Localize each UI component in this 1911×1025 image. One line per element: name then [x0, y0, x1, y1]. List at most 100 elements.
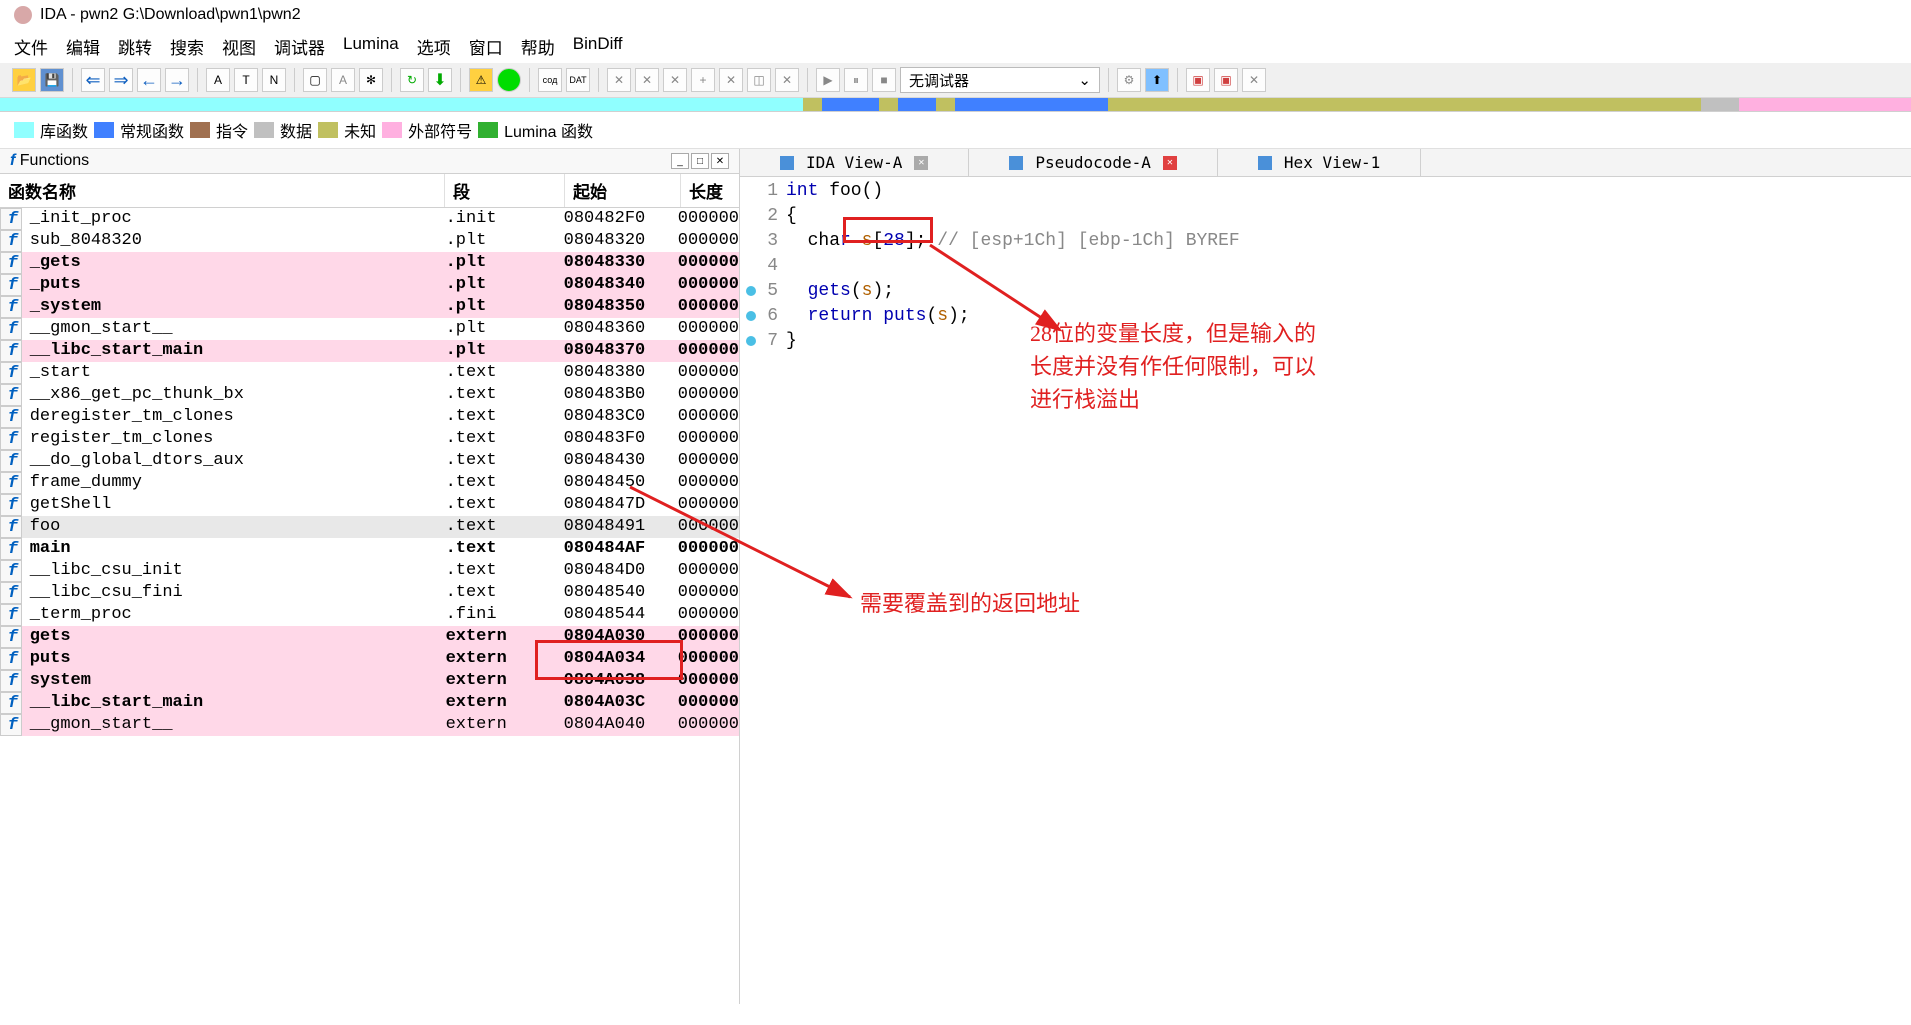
function-row[interactable]: f__gmon_start__extern0804A040000000 — [0, 714, 739, 736]
pseudocode-view[interactable]: 1int foo() 2{ 3 char s[28]; // [esp+1Ch]… — [740, 177, 1911, 1004]
menu-jump[interactable]: 跳转 — [118, 34, 152, 59]
function-row[interactable]: f__libc_start_main.plt08048370000000 — [0, 340, 739, 362]
tb-a2[interactable]: A — [331, 68, 355, 92]
function-row[interactable]: fsub_8048320.plt08048320000000 — [0, 230, 739, 252]
tb-x2[interactable]: ✕ — [635, 68, 659, 92]
function-row[interactable]: f_system.plt08048350000000 — [0, 296, 739, 318]
col-seg[interactable]: 段 — [445, 174, 565, 207]
menu-options[interactable]: 选项 — [417, 34, 451, 59]
function-row[interactable]: ffoo.text08048491000000 — [0, 516, 739, 538]
menu-edit[interactable]: 编辑 — [66, 34, 100, 59]
col-start[interactable]: 起始 — [565, 174, 681, 207]
legend-extern-box — [382, 122, 402, 138]
function-row[interactable]: fframe_dummy.text08048450000000 — [0, 472, 739, 494]
open-button[interactable]: 📂 — [12, 68, 36, 92]
legend-instr-box — [190, 122, 210, 138]
play-button[interactable]: ▶ — [816, 68, 840, 92]
function-icon: f — [0, 538, 22, 560]
function-icon: f — [0, 384, 22, 406]
function-row[interactable]: f__x86_get_pc_thunk_bx.text080483B000000… — [0, 384, 739, 406]
function-row[interactable]: f_gets.plt08048330000000 — [0, 252, 739, 274]
tab-ida-view[interactable]: IDA View-A✕ — [740, 149, 969, 176]
panel-close-button[interactable]: ✕ — [711, 153, 729, 169]
tb-dat[interactable]: DAT — [566, 68, 590, 92]
tb-x3[interactable]: ✕ — [663, 68, 687, 92]
tb-d2[interactable]: ▣ — [1214, 68, 1238, 92]
function-row[interactable]: f_term_proc.fini08048544000000 — [0, 604, 739, 626]
save-button[interactable]: 💾 — [40, 68, 64, 92]
tb-go[interactable] — [497, 68, 521, 92]
panel-max-button[interactable]: □ — [691, 153, 709, 169]
function-icon: f — [0, 274, 22, 296]
function-row[interactable]: fderegister_tm_clones.text080483C0000000 — [0, 406, 739, 428]
tb-c1[interactable]: ⚙ — [1117, 68, 1141, 92]
tb-t[interactable]: T — [234, 68, 258, 92]
function-row[interactable]: fmain.text080484AF000000 — [0, 538, 739, 560]
col-name[interactable]: 函数名称 — [0, 174, 445, 207]
back2-button[interactable]: ← — [137, 68, 161, 92]
close-icon[interactable]: ✕ — [914, 156, 928, 170]
menu-debugger[interactable]: 调试器 — [274, 34, 325, 59]
tb-star[interactable]: ✻ — [359, 68, 383, 92]
tb-d3[interactable]: ✕ — [1242, 68, 1266, 92]
functions-list[interactable]: f_init_proc.init080482F0000000fsub_80483… — [0, 208, 739, 1004]
menu-file[interactable]: 文件 — [14, 34, 48, 59]
stop-button[interactable]: ■ — [872, 68, 896, 92]
function-icon: f — [0, 362, 22, 384]
tb-x5[interactable]: ◫ — [747, 68, 771, 92]
function-row[interactable]: fregister_tm_clones.text080483F0000000 — [0, 428, 739, 450]
tb-x6[interactable]: ✕ — [775, 68, 799, 92]
toolbar: 📂 💾 ⇐ ⇒ ← → A T N ▢ A ✻ ↻ ⬇ ⚠ сод DAT ✕ … — [0, 63, 1911, 98]
function-row[interactable]: fgetShell.text0804847D000000 — [0, 494, 739, 516]
pause-button[interactable]: ⏸ — [844, 68, 868, 92]
menu-bindiff[interactable]: BinDiff — [573, 34, 623, 59]
navigation-band[interactable] — [0, 98, 1911, 112]
breakpoint-icon[interactable] — [746, 336, 756, 346]
fwd2-button[interactable]: → — [165, 68, 189, 92]
tb-x1[interactable]: ✕ — [607, 68, 631, 92]
tb-x4[interactable]: ✕ — [719, 68, 743, 92]
function-row[interactable]: f_start.text08048380000000 — [0, 362, 739, 384]
breakpoint-icon[interactable] — [746, 311, 756, 321]
tb-down[interactable]: ⬇ — [428, 68, 452, 92]
menu-search[interactable]: 搜索 — [170, 34, 204, 59]
function-row[interactable]: f__gmon_start__.plt08048360000000 — [0, 318, 739, 340]
col-len[interactable]: 长度 — [681, 174, 739, 207]
function-icon: f — [0, 230, 22, 252]
tab-hex-view[interactable]: Hex View-1 — [1218, 149, 1421, 176]
panel-title: Functions — [20, 152, 89, 169]
menu-window[interactable]: 窗口 — [469, 34, 503, 59]
fwd-button[interactable]: ⇒ — [109, 68, 133, 92]
close-icon[interactable]: ✕ — [1163, 156, 1177, 170]
menu-view[interactable]: 视图 — [222, 34, 256, 59]
function-row[interactable]: f_init_proc.init080482F0000000 — [0, 208, 739, 230]
tab-icon — [1258, 156, 1272, 170]
menu-lumina[interactable]: Lumina — [343, 34, 399, 59]
tb-n[interactable]: N — [262, 68, 286, 92]
function-icon: f — [0, 296, 22, 318]
functions-table-header: 函数名称 段 起始 长度 — [0, 174, 739, 208]
breakpoint-icon[interactable] — [746, 286, 756, 296]
tb-plus[interactable]: + — [691, 68, 715, 92]
tb-refresh[interactable]: ↻ — [400, 68, 424, 92]
menu-bar: 文件 编辑 跳转 搜索 视图 调试器 Lumina 选项 窗口 帮助 BinDi… — [0, 30, 1911, 63]
function-row[interactable]: f__libc_csu_fini.text08048540000000 — [0, 582, 739, 604]
app-icon — [14, 6, 32, 24]
tab-pseudocode[interactable]: Pseudocode-A✕ — [969, 149, 1218, 176]
tb-d1[interactable]: ▣ — [1186, 68, 1210, 92]
tab-bar: IDA View-A✕ Pseudocode-A✕ Hex View-1 — [740, 149, 1911, 177]
function-row[interactable]: f_puts.plt08048340000000 — [0, 274, 739, 296]
tb-s[interactable]: ▢ — [303, 68, 327, 92]
tb-code[interactable]: сод — [538, 68, 562, 92]
tb-warn[interactable]: ⚠ — [469, 68, 493, 92]
tb-a[interactable]: A — [206, 68, 230, 92]
function-row[interactable]: f__do_global_dtors_aux.text0804843000000… — [0, 450, 739, 472]
tb-c2[interactable]: ⬆ — [1145, 68, 1169, 92]
panel-min-button[interactable]: _ — [671, 153, 689, 169]
debugger-select[interactable]: 无调试器⌄ — [900, 67, 1100, 93]
annotation-box-2 — [535, 640, 683, 680]
back-button[interactable]: ⇐ — [81, 68, 105, 92]
function-row[interactable]: f__libc_start_mainextern0804A03C000000 — [0, 692, 739, 714]
function-row[interactable]: f__libc_csu_init.text080484D0000000 — [0, 560, 739, 582]
menu-help[interactable]: 帮助 — [521, 34, 555, 59]
